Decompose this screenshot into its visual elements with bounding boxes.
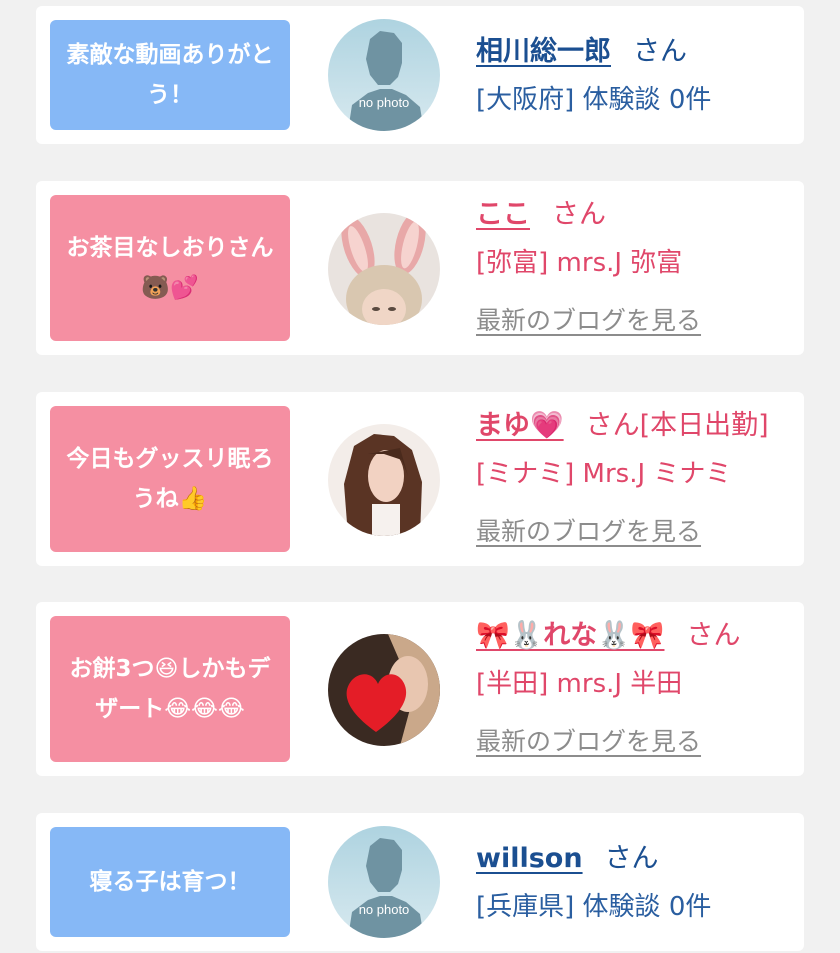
message-bubble: お茶目なしおりさん🐻💕: [50, 195, 290, 341]
latest-blog-link[interactable]: 最新のブログを見る: [476, 301, 701, 337]
heart-covered-photo-icon: [328, 634, 440, 746]
avatar[interactable]: no photo: [328, 826, 440, 938]
avatar[interactable]: no photo: [328, 19, 440, 131]
reviewer-name-link[interactable]: 相川総一郎: [476, 36, 611, 67]
reviewer-name-link[interactable]: 🎀🐰れな🐰🎀: [476, 620, 664, 651]
honorific: さん: [633, 36, 687, 67]
honorific: さん: [604, 843, 659, 874]
avatar[interactable]: [328, 213, 440, 325]
reviewer-subtitle: [弥富] mrs.J 弥富: [476, 248, 683, 278]
reviewer-subtitle: [大阪府] 体験談 0件: [476, 85, 712, 115]
review-card: 今日もグッスリ眠ろうね👍 まゆ💗 さん[本日出勤] [ミナミ] Mrs.J ミナミ…: [36, 392, 804, 566]
avatar[interactable]: [328, 424, 440, 536]
message-text: お餅3つ😆しかもデザート😂😂😂: [69, 656, 271, 722]
reviewer-subtitle: [兵庫県] 体験談 0件: [476, 892, 712, 922]
message-bubble: お餅3つ😆しかもデザート😂😂😂: [50, 616, 290, 762]
message-text: お茶目なしおりさん🐻💕: [66, 235, 274, 301]
reviewer-info: 相川総一郎 さん [大阪府] 体験談 0件: [476, 32, 794, 120]
message-text: 今日もグッスリ眠ろうね👍: [66, 446, 274, 512]
reviewer-info: 🎀🐰れな🐰🎀 さん [半田] mrs.J 半田 最新のブログを見る: [476, 616, 794, 758]
avatar[interactable]: [328, 634, 440, 746]
honorific: さん[本日出勤]: [585, 410, 769, 441]
no-photo-avatar-icon: no photo: [328, 826, 440, 938]
bunny-ears-photo-icon: [328, 213, 440, 325]
honorific: さん: [552, 199, 606, 230]
reviewer-subtitle: [ミナミ] Mrs.J ミナミ: [476, 459, 732, 489]
latest-blog-link[interactable]: 最新のブログを見る: [476, 512, 701, 548]
reviewer-subtitle: [半田] mrs.J 半田: [476, 669, 683, 699]
message-text: 素敵な動画ありがとう！: [66, 42, 274, 108]
reviewer-info: ここ さん [弥富] mrs.J 弥富 最新のブログを見る: [476, 195, 794, 337]
svg-text:no photo: no photo: [359, 95, 410, 110]
reviewer-name-link[interactable]: まゆ💗: [476, 410, 564, 441]
reviewer-name-link[interactable]: willson: [476, 843, 583, 874]
svg-text:no photo: no photo: [359, 902, 410, 917]
reviewer-name-link[interactable]: ここ: [476, 199, 530, 230]
reviewer-info: willson さん [兵庫県] 体験談 0件: [476, 839, 794, 927]
message-bubble: 素敵な動画ありがとう！: [50, 20, 290, 130]
reviewer-info: まゆ💗 さん[本日出勤] [ミナミ] Mrs.J ミナミ 最新のブログを見る: [476, 406, 794, 548]
review-card: 寝る子は育つ！ no photo willson さん [兵庫県] 体験談 0件: [36, 813, 804, 951]
review-card: お茶目なしおりさん🐻💕 ここ さん [弥富] mrs.J 弥富 最新のブログを見る: [36, 181, 804, 355]
message-bubble: 寝る子は育つ！: [50, 827, 290, 937]
review-card: 素敵な動画ありがとう！ no photo 相川総一郎 さん [大阪府] 体験談 …: [36, 6, 804, 144]
long-hair-photo-icon: [328, 424, 440, 536]
no-photo-avatar-icon: no photo: [328, 19, 440, 131]
message-text: 寝る子は育つ！: [89, 869, 251, 895]
review-card: お餅3つ😆しかもデザート😂😂😂 🎀🐰れな🐰🎀 さん [半田] mrs.J 半田 最…: [36, 602, 804, 776]
review-list: 素敵な動画ありがとう！ no photo 相川総一郎 さん [大阪府] 体験談 …: [0, 0, 840, 953]
honorific: さん: [686, 620, 741, 651]
message-bubble: 今日もグッスリ眠ろうね👍: [50, 406, 290, 552]
latest-blog-link[interactable]: 最新のブログを見る: [476, 722, 701, 758]
